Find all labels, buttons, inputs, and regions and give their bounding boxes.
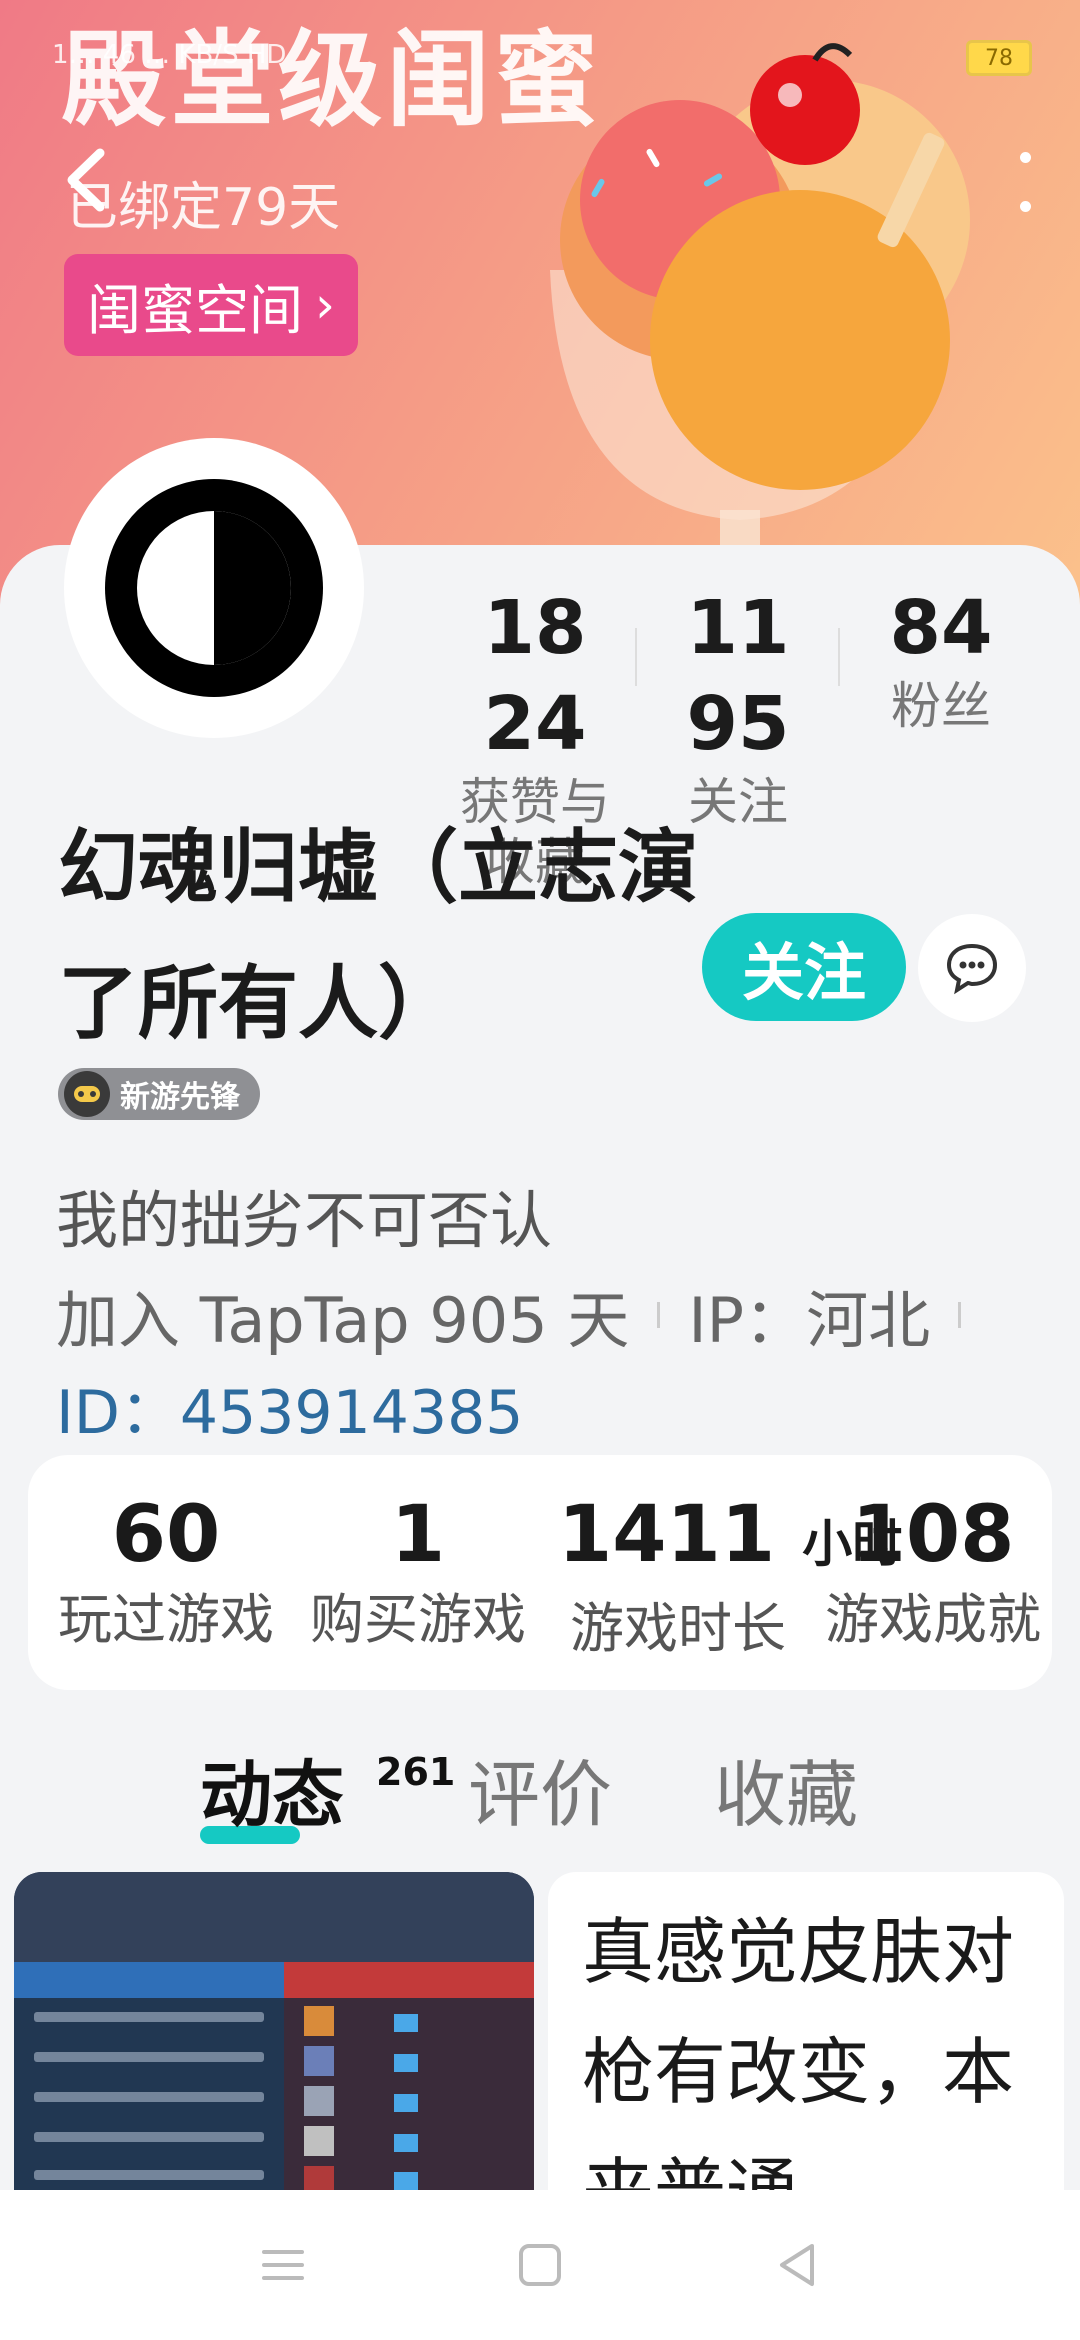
tab-posts-count: 261 (376, 1750, 456, 1794)
chat-bubble-icon (946, 943, 998, 995)
played-games-value: 60 (111, 1490, 221, 1580)
more-dot-icon (1019, 201, 1031, 212)
tab-posts[interactable]: 动态 (200, 1740, 344, 1850)
played-games[interactable]: 60 玩过游戏 (46, 1485, 286, 1655)
more-options-button[interactable] (1010, 152, 1040, 212)
user-id[interactable]: ID：453914385 (56, 1364, 523, 1451)
more-dot-icon (1019, 152, 1031, 163)
play-time-number: 1411 (558, 1490, 776, 1580)
system-nav-bar (0, 2190, 1080, 2340)
status-badge[interactable]: 新游先锋 (58, 1068, 260, 1120)
menu-icon[interactable] (258, 2240, 308, 2290)
stat-divider (838, 628, 840, 686)
message-button[interactable] (918, 914, 1026, 1022)
post-text: 真感觉皮肤对枪有改变，本来普通 (582, 1910, 1015, 2192)
friend-space-button[interactable]: 闺蜜空间 › (64, 254, 358, 356)
badge-label: 新游先锋 (120, 1080, 240, 1115)
avatar-image (105, 479, 323, 697)
avatar[interactable] (64, 438, 364, 738)
stat-following-value: 1195 (686, 585, 790, 767)
username: 幻魂归墟（立志演了所有人） (58, 821, 698, 1050)
stat-followers[interactable]: 84 粉丝 (866, 580, 1016, 736)
follow-button[interactable]: 关注 (702, 913, 906, 1021)
achievements-value: 108 (851, 1490, 1015, 1580)
status-bar: 1… 46 … KB/S HD 78 (0, 0, 1080, 76)
meta-divider (657, 1302, 661, 1328)
play-time-value: 1411 小时 (558, 1485, 902, 1594)
status-indicators: 1… 46 … KB/S HD (52, 40, 287, 70)
achievements-label: 游戏成就 (825, 1588, 1041, 1651)
join-duration: 加入 TapTap 905 天 (56, 1284, 630, 1357)
stat-following[interactable]: 1195 关注 (663, 580, 813, 832)
stat-followers-value: 84 (889, 585, 993, 671)
battery-icon: 78 (966, 40, 1032, 76)
profile-meta: 加入 TapTap 905 天 IP：河北 (56, 1270, 962, 1360)
post-text-card[interactable]: 真感觉皮肤对枪有改变，本来普通 (548, 1872, 1064, 2192)
stat-divider (635, 628, 637, 686)
tab-posts-label: 动态 (200, 1753, 345, 1837)
tab-favorites[interactable]: 收藏 (714, 1740, 858, 1850)
bio: 我的拙劣不可否认 (56, 1184, 553, 1257)
tab-reviews[interactable]: 评价 (468, 1740, 612, 1850)
play-time[interactable]: 1411 小时 游戏时长 (558, 1485, 902, 1664)
achievements[interactable]: 108 游戏成就 (813, 1485, 1053, 1655)
purchased-games-value: 1 (390, 1490, 446, 1580)
content-tabs: 动态 261 评价 收藏 (0, 1740, 1080, 1850)
stat-likes-value: 1824 (483, 585, 587, 767)
chevron-right-icon: › (315, 276, 335, 334)
meta-divider (958, 1302, 962, 1328)
stat-followers-label: 粉丝 (891, 677, 991, 735)
ip-location: IP：河北 (688, 1284, 931, 1357)
friend-space-label: 闺蜜空间 (87, 278, 303, 342)
game-stats-card: 60 玩过游戏 1 购买游戏 1411 小时 游戏时长 108 游戏成就 (28, 1455, 1052, 1690)
game-scoreboard-image (14, 1872, 534, 2192)
post-image[interactable] (14, 1872, 534, 2192)
battery-level: 78 (985, 45, 1013, 71)
played-games-label: 玩过游戏 (58, 1588, 274, 1651)
back-arrow-icon (67, 148, 105, 212)
gamepad-icon (64, 1071, 110, 1117)
home-icon[interactable] (515, 2240, 565, 2290)
play-time-label: 游戏时长 (570, 1597, 786, 1660)
purchased-games-label: 购买游戏 (310, 1588, 526, 1651)
back-button[interactable] (58, 145, 118, 215)
purchased-games[interactable]: 1 购买游戏 (298, 1485, 538, 1655)
back-icon[interactable] (772, 2240, 822, 2290)
